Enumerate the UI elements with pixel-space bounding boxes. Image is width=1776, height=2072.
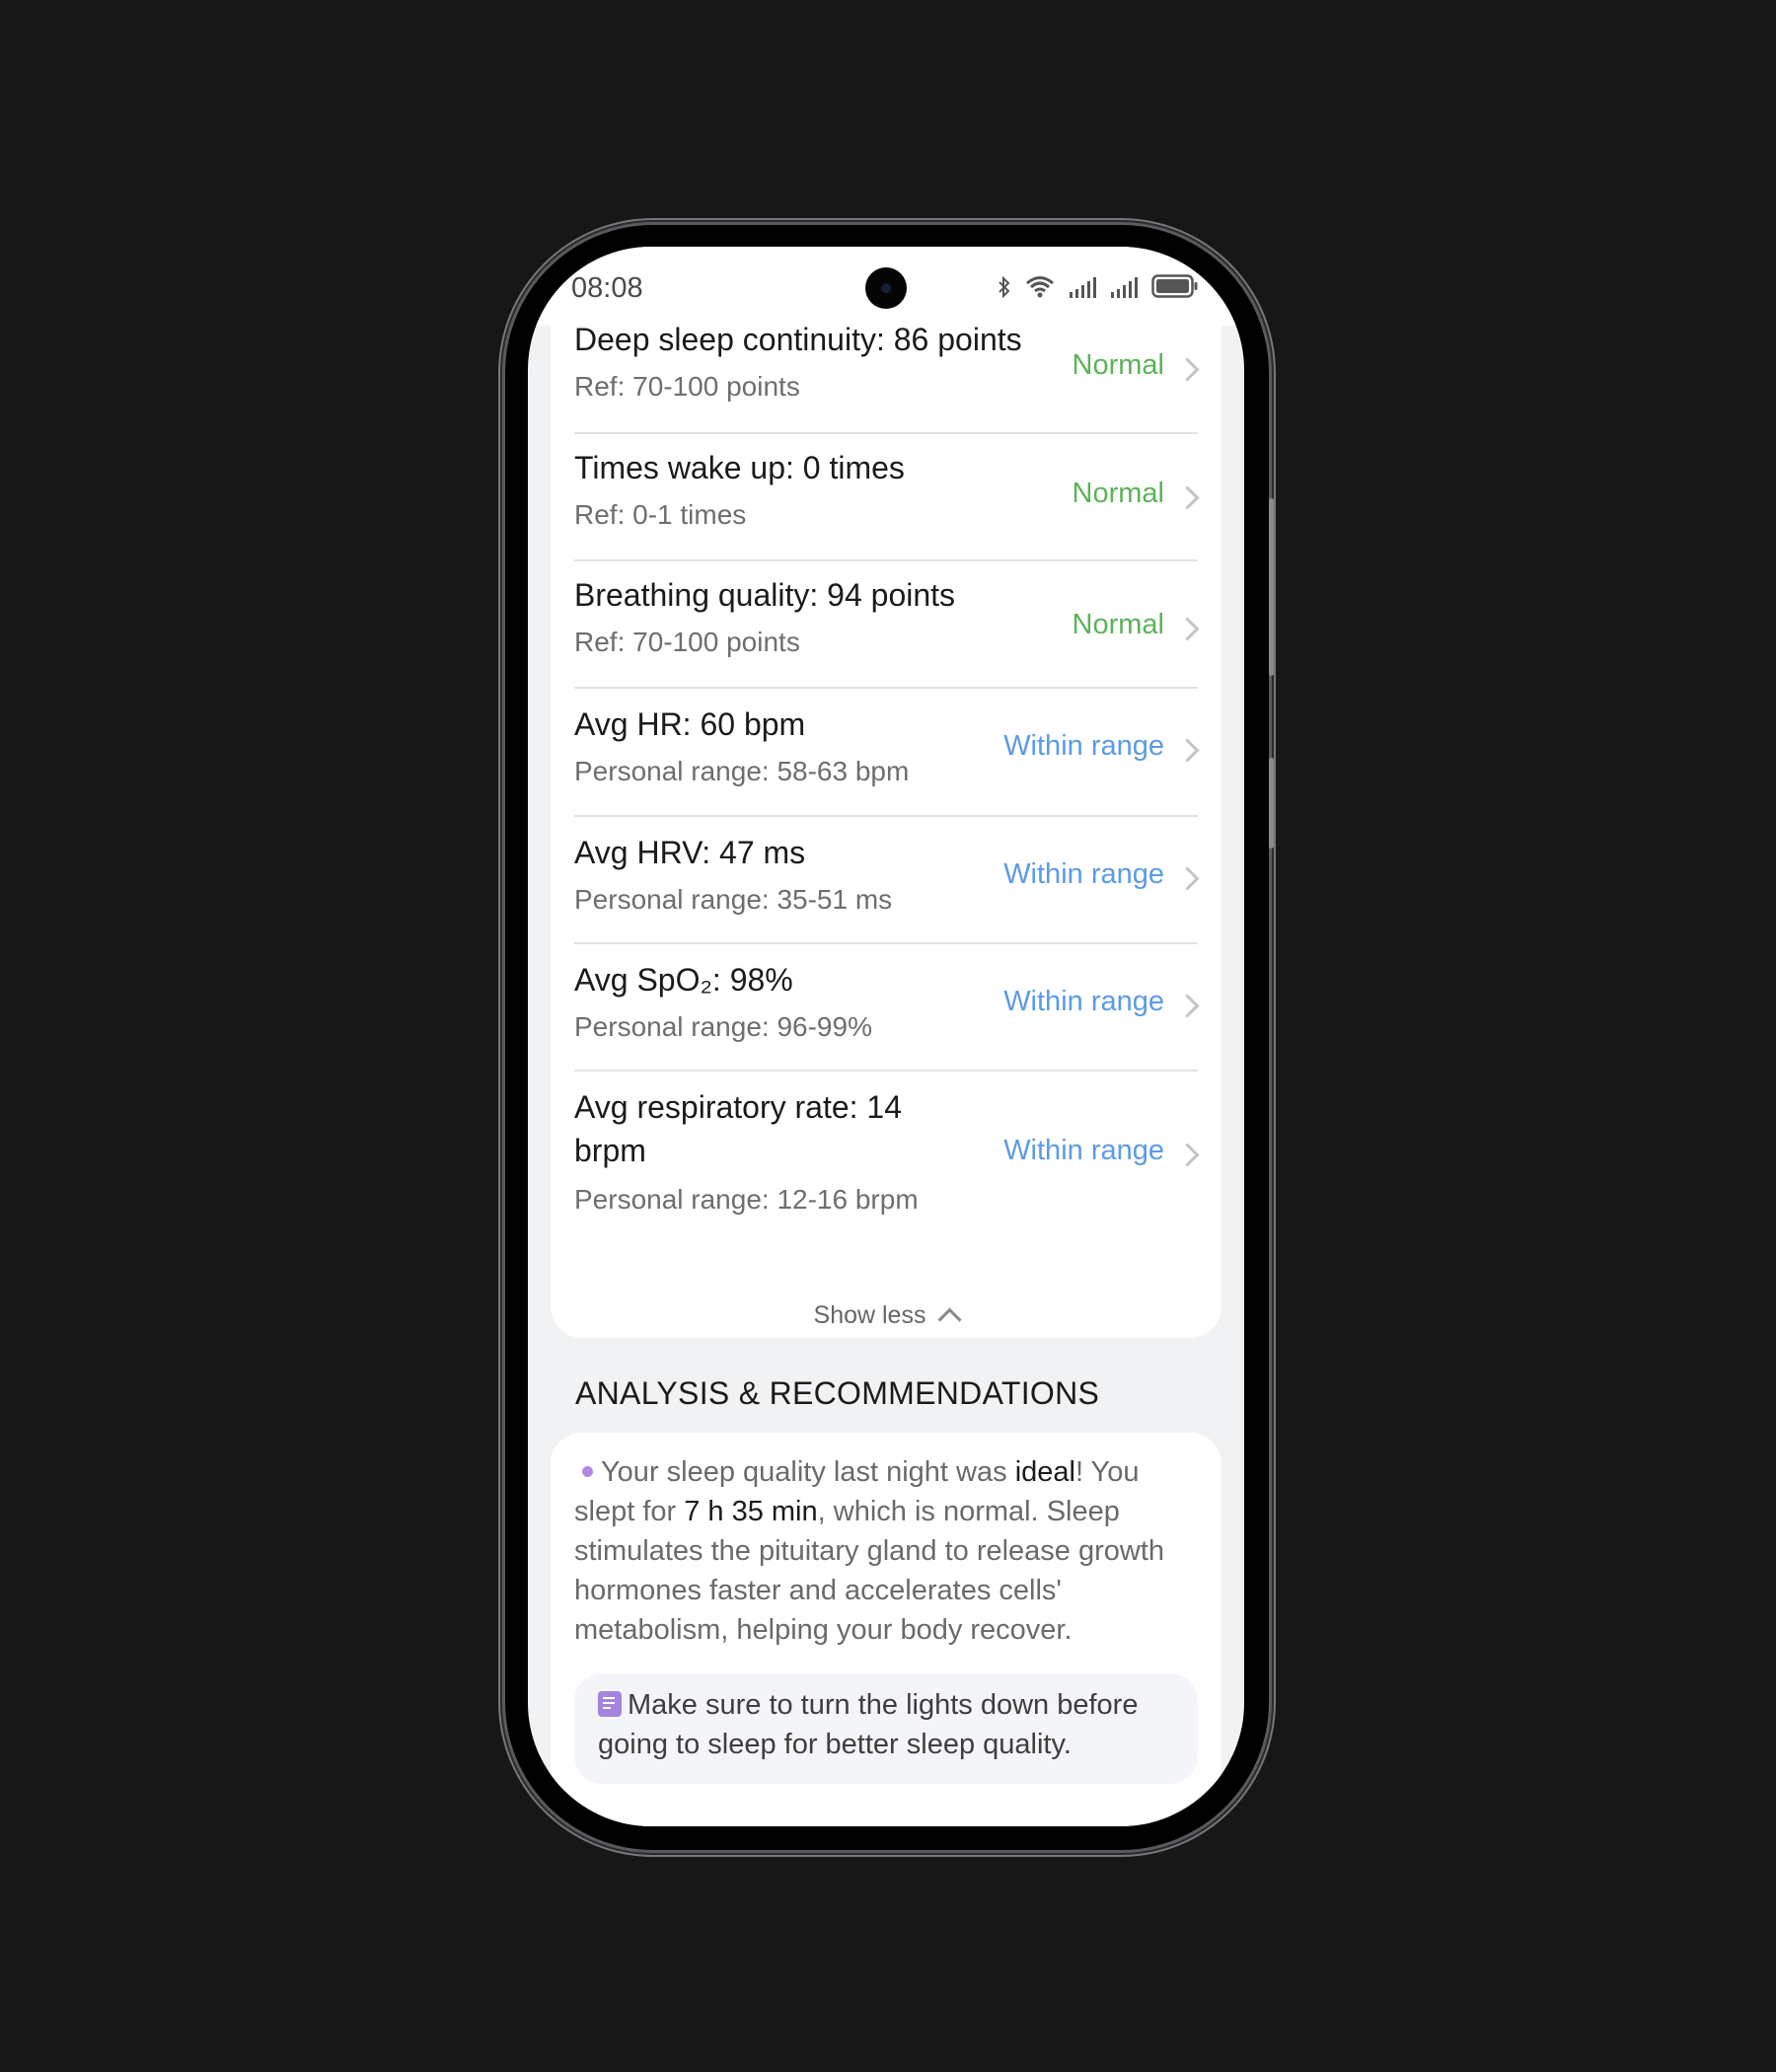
chevron-right-icon [1175,994,1200,1018]
chevron-right-icon [1175,357,1200,382]
chevron-right-icon [1175,617,1200,641]
metric-row[interactable]: Times wake up: 0 times Ref: 0-1 times No… [574,434,1200,561]
metric-title: Times wake up: 0 times [574,450,905,485]
metric-title: Breathing quality: 94 points [574,577,956,613]
status-bar: 08:08 [528,247,1244,326]
bullet-icon [582,1465,593,1477]
tip-content: Make sure to turn the lights down before… [598,1685,1178,1764]
bluetooth-icon [999,276,1010,298]
power-button [1269,758,1274,849]
analysis-summary: Your sleep quality last night was ideal!… [574,1452,1192,1650]
show-less-button[interactable]: Show less [551,1301,1221,1332]
metric-row[interactable]: Avg SpO₂: 98% Personal range: 96-99% Wit… [574,944,1200,1072]
signal-icon [1070,277,1096,298]
metric-title: Avg SpO₂: 98% [574,962,793,998]
signal-icon [1111,277,1138,298]
sleep-duration-value: 7 h 35 min [684,1496,818,1527]
metric-row[interactable]: Breathing quality: 94 points Ref: 70-100… [574,561,1200,689]
metric-status: Normal [1072,349,1164,381]
metric-ref: Personal range: 35-51 ms [574,884,893,915]
metric-ref: Personal range: 12-16 brpm [574,1184,919,1215]
analysis-card: Your sleep quality last night was ideal!… [551,1433,1221,1826]
metric-title: Avg HRV: 47 ms [574,835,806,870]
chevron-up-icon [937,1307,962,1332]
metric-status: Normal [1072,609,1164,640]
front-camera [865,267,907,309]
tip-text: Make sure to turn the lights down before… [598,1689,1139,1760]
metric-status: Within range [1003,730,1164,762]
metric-ref: Ref: 0-1 times [574,499,747,530]
metric-row[interactable]: Avg respiratory rate: 14 brpm Personal r… [574,1072,1200,1239]
volume-button [1269,498,1274,676]
screen: 08:08 Deep sleep continuity: 86 points R… [528,247,1244,1826]
chevron-right-icon [1175,485,1200,510]
metric-row[interactable]: Avg HR: 60 bpm Personal range: 58-63 bpm… [574,689,1200,817]
chevron-right-icon [1175,1143,1200,1167]
metric-row[interactable]: Avg HRV: 47 ms Personal range: 35-51 ms … [574,817,1200,944]
status-icons [998,274,1199,298]
chevron-right-icon [1175,866,1200,891]
battery-icon [1151,274,1198,298]
analysis-text-part: Your sleep quality last night was [601,1456,1015,1488]
show-less-label: Show less [813,1301,926,1329]
metric-status: Within range [1003,1135,1164,1166]
metric-title: Avg respiratory rate: 14 brpm [574,1089,903,1168]
metric-status: Within range [1003,858,1164,890]
metric-status: Normal [1072,478,1164,509]
metric-title: Avg HR: 60 bpm [574,706,806,742]
metric-ref: Personal range: 58-63 bpm [574,756,910,786]
sleep-quality-value: ideal [1014,1456,1075,1488]
status-time: 08:08 [571,272,643,304]
metric-ref: Personal range: 96-99% [574,1011,872,1042]
metric-status: Within range [1003,986,1164,1017]
chevron-right-icon [1175,738,1200,763]
metric-ref: Ref: 70-100 points [574,371,800,402]
recommendation-tip: Make sure to turn the lights down before… [574,1673,1198,1784]
sleep-metrics-card: Deep sleep continuity: 86 points Ref: 70… [551,306,1221,1338]
note-edit-icon [598,1691,622,1717]
metric-ref: Ref: 70-100 points [574,627,800,657]
wifi-icon [1026,276,1054,298]
section-title: ANALYSIS & RECOMMENDATIONS [575,1375,1100,1411]
